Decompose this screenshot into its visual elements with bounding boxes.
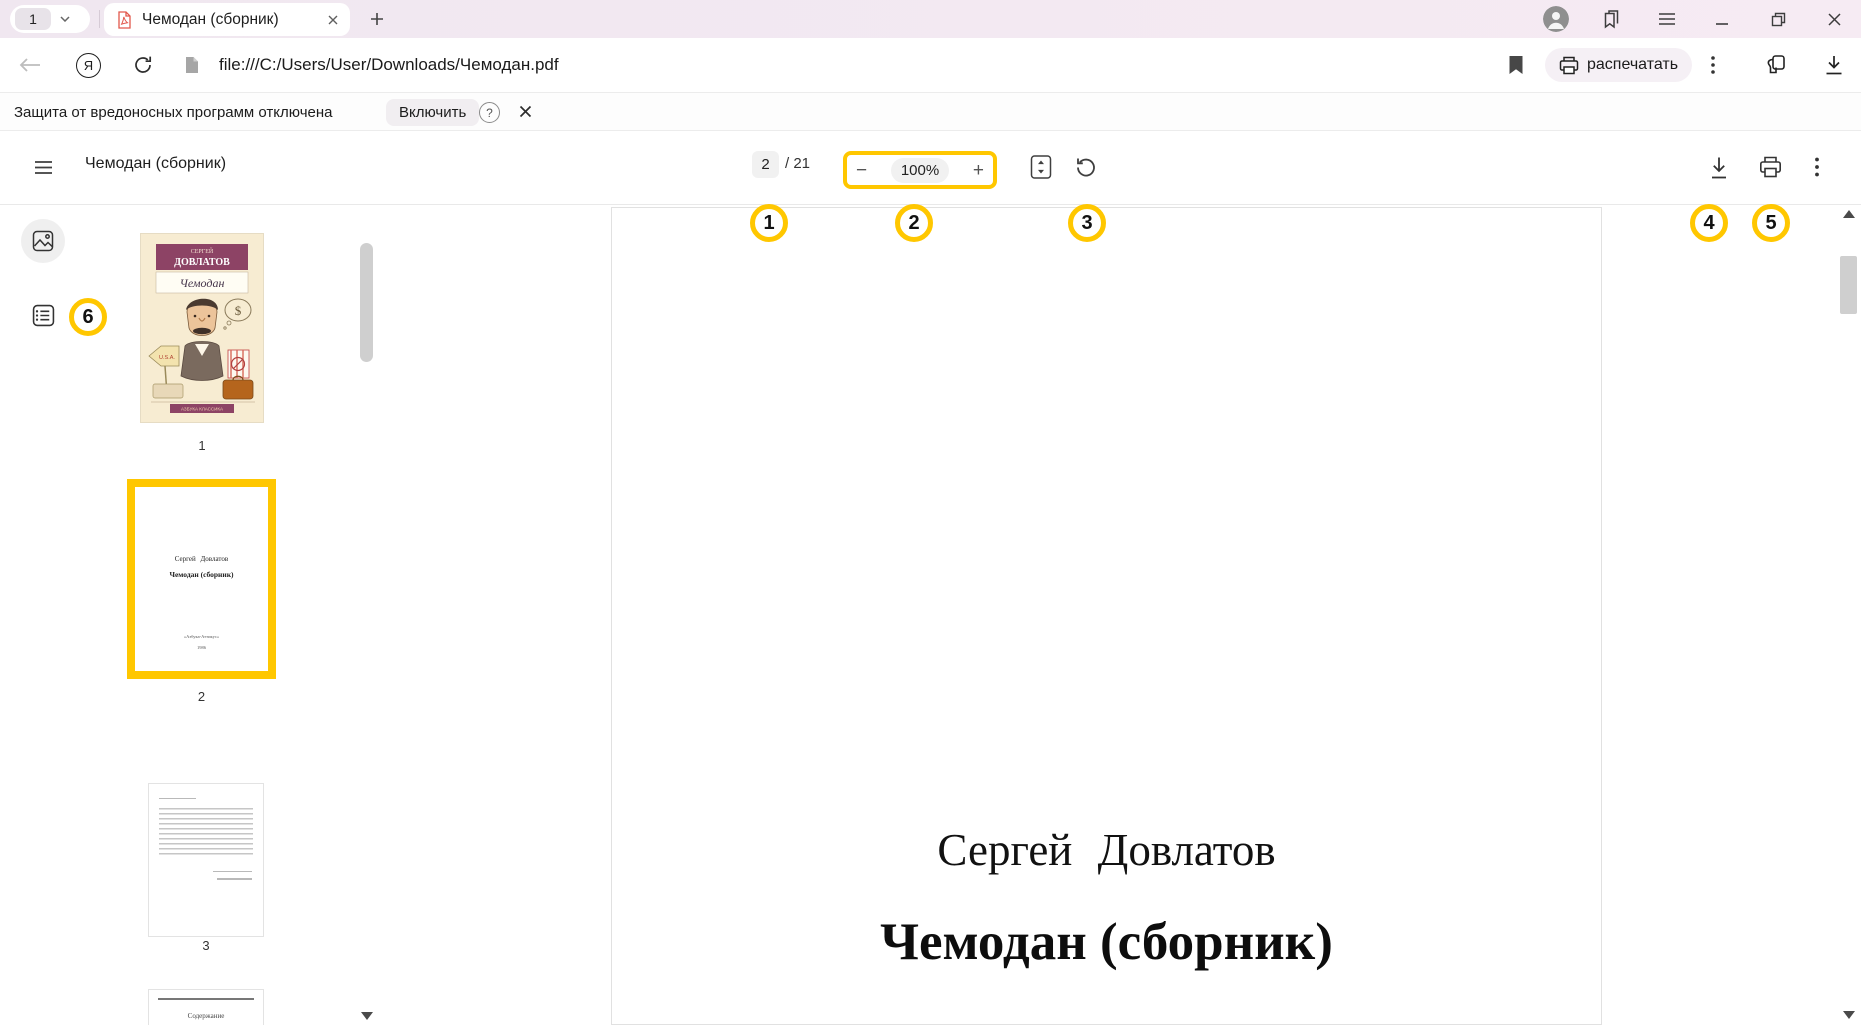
cover-title: Чемодан <box>180 276 225 290</box>
thumb2-title: Чемодан (сборник) <box>135 570 268 579</box>
tab-active[interactable]: Чемодан (сборник) <box>104 3 350 36</box>
warning-message: Защита от вредоносных программ отключена <box>14 104 333 121</box>
profile-avatar[interactable] <box>1543 6 1569 32</box>
thumbnail-page-1[interactable]: СЕРГЕЙ ДОВЛАТОВ Чемодан $ U.S.A. <box>140 233 264 423</box>
window-restore-button[interactable] <box>1768 8 1788 30</box>
total-pages: 21 <box>793 155 810 172</box>
window-minimize-button[interactable] <box>1712 8 1732 30</box>
cover-dollar-sign: $ <box>235 303 242 318</box>
current-page-input[interactable]: 2 <box>752 151 779 178</box>
warning-close-icon[interactable] <box>519 105 532 118</box>
thumbnails-view-button[interactable] <box>21 219 65 263</box>
address-bar-row: Я file:///C:/Users/User/Downloads/Чемода… <box>0 38 1861 92</box>
print-button-label: распечатать <box>1587 56 1678 74</box>
pdf-kebab-icon[interactable] <box>1814 156 1820 178</box>
cover-author-small: СЕРГЕЙ <box>191 247 214 255</box>
list-icon <box>32 304 55 327</box>
annotation-badge-2: 2 <box>895 204 933 242</box>
pdf-document-title: Чемодан (сборник) <box>85 155 226 173</box>
tab-group-count: 1 <box>15 8 51 30</box>
zoom-controls: − 100% + <box>843 151 997 189</box>
annotation-badge-3: 3 <box>1068 204 1106 242</box>
thumbnail-page-4[interactable]: Содержание <box>148 989 264 1025</box>
cover-usa-sign: U.S.A. <box>159 355 175 361</box>
downloads-icon[interactable] <box>1823 54 1845 76</box>
window-close-button[interactable] <box>1824 8 1844 30</box>
reload-icon[interactable] <box>133 55 153 75</box>
tab-title: Чемодан (сборник) <box>142 11 328 29</box>
pdf-print-icon[interactable] <box>1759 156 1782 178</box>
address-input[interactable]: file:///C:/Users/User/Downloads/Чемодан.… <box>219 55 559 75</box>
collections-icon[interactable] <box>1764 53 1788 75</box>
sidebar-scroll-down-icon[interactable] <box>361 1012 373 1020</box>
enable-protection-button[interactable]: Включить <box>386 99 479 126</box>
bookmark-icon[interactable] <box>1508 55 1524 75</box>
address-kebab-icon[interactable] <box>1710 55 1716 75</box>
pdf-download-icon[interactable] <box>1708 156 1730 180</box>
browser-menu-icon[interactable] <box>1656 11 1678 27</box>
main-scroll-up-icon[interactable] <box>1843 210 1855 218</box>
annotation-badge-1: 1 <box>750 204 788 242</box>
bookmarks-panel-icon[interactable] <box>1600 8 1622 30</box>
pdf-file-icon <box>117 11 132 29</box>
thumb2-publisher: «Азбука-Аттикус» <box>135 634 268 639</box>
tab-group-pill[interactable]: 1 <box>10 5 90 33</box>
main-scrollbar-thumb[interactable] <box>1840 256 1857 314</box>
zoom-level: 100% <box>891 158 949 183</box>
thumbnail-3-label: 3 <box>148 938 264 953</box>
tab-bar: 1 Чемодан (сборник) <box>0 0 1861 38</box>
sidebar-scrollbar-thumb[interactable] <box>360 243 373 362</box>
zoom-in-button[interactable]: + <box>973 161 984 180</box>
page-count: / 21 <box>785 155 810 172</box>
zoom-out-button[interactable]: − <box>856 161 867 180</box>
printer-icon <box>1559 56 1579 75</box>
annotation-badge-6: 6 <box>69 298 107 336</box>
pdf-page <box>611 207 1602 1025</box>
pdf-toolbar: Чемодан (сборник) 2 / 21 − 100% + <box>0 131 1861 205</box>
thumbnail-page-2-selected[interactable]: Сергей Довлатов Чемодан (сборник) «Азбук… <box>127 479 276 679</box>
thumbnails-sidebar: СЕРГЕЙ ДОВЛАТОВ Чемодан $ U.S.A. <box>0 205 420 1025</box>
thumbnail-1-label: 1 <box>140 438 264 453</box>
picture-icon <box>32 230 54 252</box>
tab-close-icon[interactable] <box>328 15 338 25</box>
help-icon[interactable]: ? <box>479 102 500 123</box>
chevron-down-icon <box>60 16 70 22</box>
print-button[interactable]: распечатать <box>1545 48 1692 82</box>
document-title-line: Чемодан (сборник) <box>611 912 1602 972</box>
protection-warning-bar: Защита от вредоносных программ отключена… <box>0 92 1861 131</box>
thumb4-contents-heading: Содержание <box>149 1012 263 1020</box>
yandex-logo-icon[interactable]: Я <box>76 53 101 78</box>
cover-author-large: ДОВЛАТОВ <box>174 257 230 268</box>
rotate-icon[interactable] <box>1075 156 1097 178</box>
pdf-sidebar-toggle-icon[interactable] <box>34 160 53 175</box>
new-tab-button[interactable] <box>366 8 388 30</box>
annotation-badge-4: 4 <box>1690 204 1728 242</box>
main-scroll-down-icon[interactable] <box>1843 1011 1855 1019</box>
thumbnail-2-label: 2 <box>127 689 276 704</box>
back-icon[interactable] <box>18 57 42 73</box>
thumb2-author: Сергей Довлатов <box>135 555 268 563</box>
page-file-icon[interactable] <box>185 56 199 74</box>
thumbnail-page-3[interactable] <box>148 783 264 937</box>
divider <box>99 10 100 28</box>
document-author-line: Сергей Довлатов <box>611 824 1602 876</box>
fit-page-icon[interactable] <box>1030 154 1052 180</box>
cover-publisher: АЗБУКА КЛАССИКА <box>181 407 223 412</box>
thumb2-year: 1986 <box>135 645 268 650</box>
annotation-badge-5: 5 <box>1752 204 1790 242</box>
outline-view-button[interactable] <box>32 304 55 327</box>
